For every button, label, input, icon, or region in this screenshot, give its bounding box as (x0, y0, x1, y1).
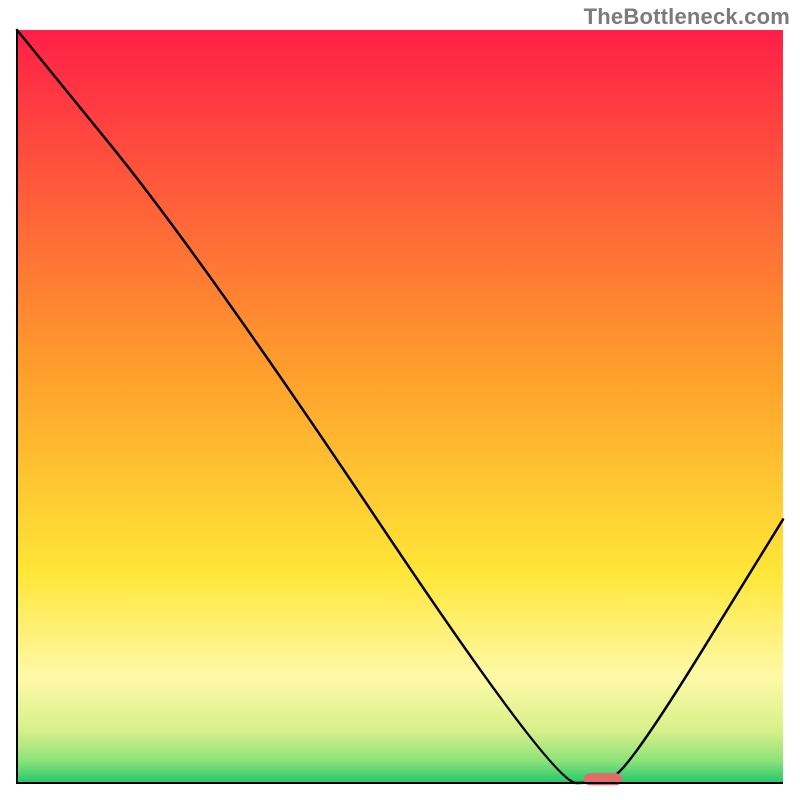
watermark-text: TheBottleneck.com (584, 4, 790, 30)
chart-container: TheBottleneck.com (0, 0, 800, 800)
bottleneck-chart (0, 0, 800, 800)
gradient-background (17, 30, 783, 783)
